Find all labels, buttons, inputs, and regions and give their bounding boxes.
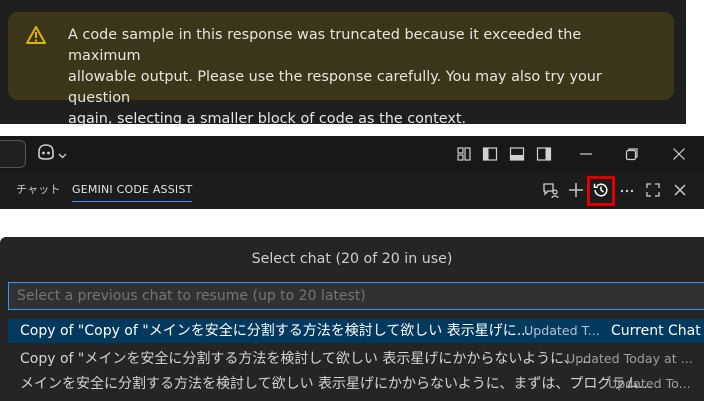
maximize-icon[interactable] [643,180,663,200]
toggle-panel-icon[interactable] [507,144,527,164]
chat-search-input[interactable] [8,282,704,310]
tab-gemini-code-assist-label: GEMINI CODE ASSIST [72,183,193,196]
warning-message: A code sample in this response was trunc… [68,25,658,130]
close-icon[interactable] [670,180,690,200]
tab-chat[interactable]: チャット [16,172,61,208]
chat-item-updated: Updated T... [524,323,600,338]
window-title-bar [0,136,704,172]
warning-line-1: A code sample in this response was trunc… [68,27,582,64]
warning-line-3: again, selecting a smaller block of code… [68,111,467,127]
tab-gemini-code-assist[interactable]: GEMINI CODE ASSIST [72,172,193,208]
layout-panels-icon[interactable] [454,144,474,164]
more-icon[interactable] [617,180,637,200]
toggle-primary-sidebar-icon[interactable] [480,144,500,164]
warning-icon [26,26,46,44]
copilot-button[interactable] [36,144,67,164]
toggle-secondary-sidebar-icon[interactable] [534,144,554,164]
copilot-icon [36,143,56,165]
chat-item-label: Copy of "メインを安全に分割する方法を検討して欲しい 表示星げにかからな… [20,351,592,367]
chevron-down-icon [58,145,67,164]
current-chat-badge: Current Chat [611,323,701,339]
chat-item-label: Copy of "Copy of "メインを安全に分割する方法を検討して欲しい … [20,323,531,339]
chat-item-updated: Updated Today at ... [566,351,693,366]
chat-item-updated: Updated To... [608,376,691,391]
quickpick-title: Select chat (20 of 20 in use) [251,251,453,267]
close-window-icon[interactable] [669,144,689,164]
chat-list-item[interactable]: Copy of "メインを安全に分割する方法を検討して欲しい 表示星げにかからな… [8,347,704,371]
chat-list-item[interactable]: Copy of "Copy of "メインを安全に分割する方法を検討して欲しい … [8,319,704,343]
warning-banner: A code sample in this response was trunc… [8,12,674,127]
chat-feedback-icon[interactable] [541,180,561,200]
select-chat-quickpick: Select chat (20 of 20 in use) Copy of "C… [0,237,704,401]
title-bar-panel: チャット GEMINI CODE ASSIST [0,136,704,209]
new-chat-icon[interactable] [566,180,586,200]
truncation-warning-panel: A code sample in this response was trunc… [0,0,686,127]
command-center-search[interactable] [0,140,26,168]
restore-icon[interactable] [622,144,642,164]
warning-line-2: allowable output. Please use the respons… [68,69,602,106]
chat-item-label: メインを安全に分割する方法を検討して欲しい 表示星げにかからないように、まずは、… [20,376,653,392]
history-button-highlight [587,176,615,206]
chat-list-item[interactable]: メインを安全に分割する方法を検討して欲しい 表示星げにかからないように、まずは、… [8,372,704,396]
page-background-strip [686,0,704,124]
active-tab-indicator [72,201,193,202]
minimize-icon[interactable] [576,144,596,164]
